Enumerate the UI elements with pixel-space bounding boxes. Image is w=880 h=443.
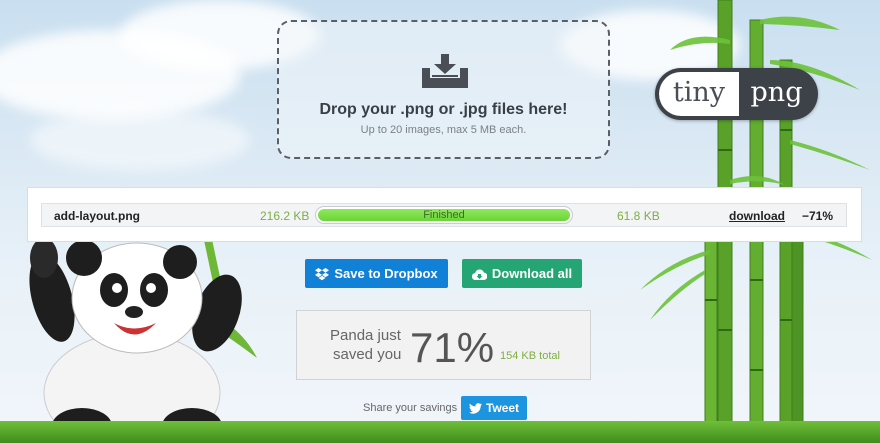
panda-mascot [29,229,257,443]
savings-percent: 71% [410,324,495,371]
drop-zone-title: Drop your .png or .jpg files here! [319,101,568,118]
savings-total: 154 KB total [500,350,560,362]
drop-zone[interactable]: Drop your .png or .jpg files here! Up to… [277,20,610,159]
savings-text-line1: Panda just [330,327,401,344]
result-row: add-layout.png 216.2 KB Finished 61.8 KB… [41,203,847,227]
twitter-bird-icon [468,403,482,414]
original-size: 216.2 KB [260,209,310,223]
save-to-dropbox-button[interactable]: Save to Dropbox [305,259,448,288]
share-label: Share your savings [363,402,458,414]
logo-text-png: png [750,77,803,108]
tinypng-logo[interactable]: tiny png [655,68,818,120]
logo-text-tiny: tiny [659,72,739,116]
dropbox-icon [315,268,330,281]
grass-strip [0,421,880,443]
progress-bar: Finished [315,206,573,224]
drop-zone-subtitle: Up to 20 images, max 5 MB each. [360,124,527,136]
tweet-label: Tweet [485,401,520,415]
file-name: add-layout.png [54,209,140,223]
compressed-size: 61.8 KB [617,209,660,223]
cloud-download-icon [471,269,487,281]
download-all-label: Download all [491,266,573,281]
cloud [30,110,250,170]
progress-status: Finished [423,209,465,221]
dropbox-button-label: Save to Dropbox [334,266,438,281]
saving-percent: −71% [802,209,834,223]
savings-summary: Panda just saved you 71% 154 KB total [296,310,591,380]
upload-tray-icon [422,54,468,88]
savings-text-line2: saved you [333,346,402,363]
download-all-button[interactable]: Download all [462,259,582,288]
results-panel: add-layout.png 216.2 KB Finished 61.8 KB… [27,187,862,242]
tweet-button[interactable]: Tweet [461,396,527,420]
download-link[interactable]: download [729,209,785,223]
